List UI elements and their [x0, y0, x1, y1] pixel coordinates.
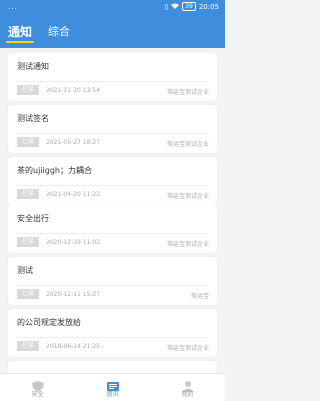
- read-badge: 已读: [17, 289, 39, 299]
- notice-list[interactable]: 测试通知 已读 2021-11-10 13:54 驾运宝测试企业 测试签名 已读…: [0, 48, 225, 373]
- read-badge: 已读: [17, 237, 39, 247]
- header: ... ▯ 39 20:05 通知 综合: [0, 0, 225, 48]
- tab-general[interactable]: 综合: [40, 20, 78, 46]
- notice-title: 测试签名: [17, 114, 49, 123]
- clock: 20:05: [198, 2, 219, 11]
- read-badge: 已读: [17, 137, 39, 147]
- notice-time: 2021-04-20 11:22: [46, 191, 101, 198]
- status-right: ▯ 39 20:05: [164, 2, 219, 11]
- divider: [17, 337, 208, 338]
- read-badge: 已读: [17, 85, 39, 95]
- notice-time: 2020-12-11 15:27: [46, 291, 101, 298]
- notice-card[interactable]: 的公司规定发放给 已读 2018-06-14 21:25 驾运宝测试企业: [8, 309, 217, 357]
- tab-label: 综合: [48, 25, 71, 38]
- bottom-tab-bar: 安全 资讯 我的: [0, 373, 225, 401]
- status-bar: ... ▯ 39 20:05: [0, 0, 225, 14]
- notice-title: 安全出行: [17, 214, 49, 223]
- wifi-icon: [171, 3, 180, 11]
- read-badge: 已读: [17, 189, 39, 199]
- tab-me[interactable]: 我的: [150, 374, 225, 401]
- tab-label: 通知: [8, 25, 33, 39]
- notice-org: 驾运宝测试企业: [166, 193, 209, 200]
- notice-time: 2018-06-14 21:25: [46, 343, 101, 350]
- tab-label: 安全: [31, 391, 44, 398]
- notice-time: 2021-11-10 13:54: [46, 87, 101, 94]
- notice-card[interactable]: 测试签名 已读 2021-05-27 18:27 驾运宝测试企业: [8, 105, 217, 153]
- notice-title: 测试: [17, 266, 33, 275]
- notice-card[interactable]: 安全出行 已读 2020-12-19 11:02 驾运宝测试企业: [8, 205, 217, 253]
- notice-org: 驾运宝测试企业: [166, 141, 209, 148]
- notice-card-partial[interactable]: [8, 361, 217, 373]
- tab-news[interactable]: 资讯: [75, 374, 150, 401]
- notice-card[interactable]: 测试 已读 2020-12-11 15:27 驾运宝: [8, 257, 217, 305]
- divider: [17, 81, 208, 82]
- news-icon: [106, 377, 120, 391]
- tab-safety[interactable]: 安全: [0, 374, 75, 401]
- tab-notice[interactable]: 通知: [0, 20, 40, 46]
- tab-active-underline: [6, 41, 35, 43]
- read-badge: 已读: [17, 341, 39, 351]
- divider: [17, 285, 208, 286]
- notice-org: 驾运宝: [190, 293, 209, 300]
- vibrate-icon: ▯: [164, 2, 169, 11]
- notice-card[interactable]: 测试通知 已读 2021-11-10 13:54 驾运宝测试企业: [8, 53, 217, 101]
- battery-indicator: 39: [182, 2, 196, 11]
- shield-icon: [31, 377, 45, 392]
- divider: [17, 133, 208, 134]
- notice-time: 2021-05-27 18:27: [46, 139, 101, 146]
- tab-label: 我的: [181, 391, 194, 398]
- notice-title: 茶的ujiiggh；力耦合: [17, 166, 92, 175]
- status-indicators: ...: [8, 3, 18, 11]
- notice-org: 驾运宝测试企业: [166, 345, 209, 352]
- notice-org: 驾运宝测试企业: [166, 89, 209, 96]
- notice-time: 2020-12-19 11:02: [46, 239, 101, 246]
- user-icon: [181, 377, 195, 392]
- notice-title: 的公司规定发放给: [17, 318, 81, 327]
- notice-org: 驾运宝测试企业: [166, 241, 209, 248]
- tab-label: 资讯: [106, 391, 119, 398]
- notice-title: 测试通知: [17, 62, 49, 71]
- top-tabs: 通知 综合: [0, 20, 78, 46]
- notice-card[interactable]: 茶的ujiiggh；力耦合 已读 2021-04-20 11:22 驾运宝测试企…: [8, 157, 217, 205]
- divider: [17, 233, 208, 234]
- divider: [17, 185, 208, 186]
